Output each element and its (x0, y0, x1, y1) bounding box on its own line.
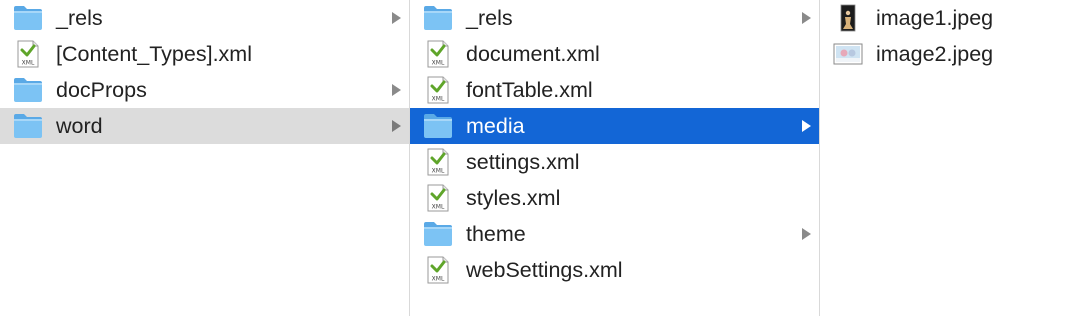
column-2[interactable]: _rels XML document.xml XML fontTable.xml medi… (410, 0, 820, 316)
folder-icon (422, 4, 454, 32)
item-label: media (466, 114, 525, 138)
item-label: _rels (56, 6, 103, 30)
svg-text:XML: XML (432, 276, 445, 283)
xml-file-icon: XML (422, 148, 454, 176)
svg-text:XML: XML (22, 60, 35, 67)
column-2-item[interactable]: _rels (410, 0, 819, 36)
folder-icon (422, 220, 454, 248)
chevron-right-icon[interactable] (392, 120, 401, 132)
column-2-item[interactable]: XML fontTable.xml (410, 72, 819, 108)
svg-text:XML: XML (432, 60, 445, 67)
xml-file-icon: XML (422, 184, 454, 212)
chevron-right-icon[interactable] (802, 228, 811, 240)
item-label: image2.jpeg (876, 42, 994, 66)
chevron-right-icon[interactable] (802, 12, 811, 24)
folder-icon (12, 76, 44, 104)
image-thumbnail-icon (832, 4, 864, 32)
folder-icon (422, 112, 454, 140)
column-1-item[interactable]: _rels (0, 0, 409, 36)
column-2-item[interactable]: XML document.xml (410, 36, 819, 72)
column-2-item[interactable]: XML settings.xml (410, 144, 819, 180)
column-2-item[interactable]: media (410, 108, 819, 144)
xml-file-icon: XML (422, 40, 454, 68)
xml-file-icon: XML (12, 40, 44, 68)
column-3-item[interactable]: image1.jpeg (820, 0, 1086, 36)
column-1-item[interactable]: docProps (0, 72, 409, 108)
item-label: webSettings.xml (466, 258, 623, 282)
item-label: [Content_Types].xml (56, 42, 252, 66)
item-label: fontTable.xml (466, 78, 593, 102)
item-label: image1.jpeg (876, 6, 994, 30)
folder-icon (12, 4, 44, 32)
column-3[interactable]: image1.jpeg image2.jpeg (820, 0, 1086, 316)
column-3-item[interactable]: image2.jpeg (820, 36, 1086, 72)
item-label: word (56, 114, 103, 138)
item-label: docProps (56, 78, 147, 102)
folder-icon (12, 112, 44, 140)
item-label: _rels (466, 6, 513, 30)
column-1-item[interactable]: word (0, 108, 409, 144)
column-2-item[interactable]: XML styles.xml (410, 180, 819, 216)
xml-file-icon: XML (422, 256, 454, 284)
svg-text:XML: XML (432, 204, 445, 211)
chevron-right-icon[interactable] (802, 120, 811, 132)
column-1[interactable]: _rels XML [Content_Types].xml docProps word (0, 0, 410, 316)
svg-text:XML: XML (432, 96, 445, 103)
item-label: document.xml (466, 42, 600, 66)
item-label: settings.xml (466, 150, 580, 174)
column-2-item[interactable]: theme (410, 216, 819, 252)
item-label: theme (466, 222, 526, 246)
column-2-item[interactable]: XML webSettings.xml (410, 252, 819, 288)
finder-column-browser: _rels XML [Content_Types].xml docProps word … (0, 0, 1086, 316)
chevron-right-icon[interactable] (392, 84, 401, 96)
column-1-item[interactable]: XML [Content_Types].xml (0, 36, 409, 72)
item-label: styles.xml (466, 186, 561, 210)
xml-file-icon: XML (422, 76, 454, 104)
svg-text:XML: XML (432, 168, 445, 175)
chevron-right-icon[interactable] (392, 12, 401, 24)
image-thumbnail-icon (832, 40, 864, 68)
